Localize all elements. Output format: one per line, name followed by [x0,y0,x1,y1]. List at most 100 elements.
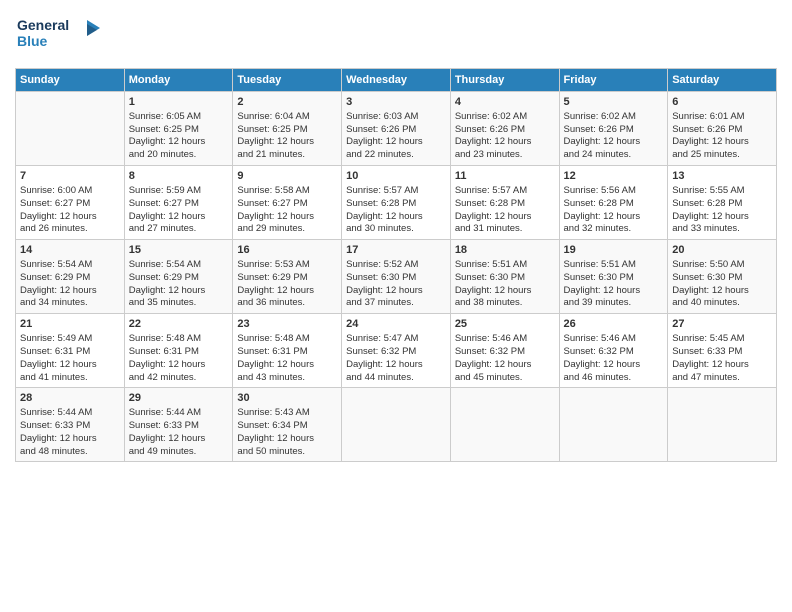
day-number: 11 [455,169,555,184]
calendar-cell: 2Sunrise: 6:04 AMSunset: 6:25 PMDaylight… [233,92,342,166]
day-number: 12 [564,169,664,184]
svg-text:General: General [17,17,69,33]
cell-line: Sunset: 6:29 PM [20,272,120,285]
cell-line: and 34 minutes. [20,297,120,310]
day-number: 3 [346,95,446,110]
cell-line: Daylight: 12 hours [237,433,337,446]
day-number: 6 [672,95,772,110]
cell-line: Sunrise: 5:59 AM [129,185,229,198]
day-number: 1 [129,95,229,110]
cell-line: Sunrise: 5:43 AM [237,407,337,420]
cell-line: Sunrise: 6:05 AM [129,111,229,124]
cell-line: Sunrise: 5:54 AM [129,259,229,272]
cell-line: Daylight: 12 hours [237,285,337,298]
column-header-saturday: Saturday [668,69,777,92]
cell-line: Sunrise: 5:47 AM [346,333,446,346]
cell-line: Daylight: 12 hours [672,211,772,224]
cell-line: Daylight: 12 hours [129,433,229,446]
calendar-cell: 7Sunrise: 6:00 AMSunset: 6:27 PMDaylight… [16,166,125,240]
calendar-cell: 5Sunrise: 6:02 AMSunset: 6:26 PMDaylight… [559,92,668,166]
calendar-page: General Blue SundayMondayTuesdayWednesda… [0,0,792,612]
cell-line: Sunrise: 5:54 AM [20,259,120,272]
calendar-cell: 14Sunrise: 5:54 AMSunset: 6:29 PMDayligh… [16,240,125,314]
cell-line: and 42 minutes. [129,372,229,385]
cell-line: Sunset: 6:33 PM [672,346,772,359]
cell-line: Sunset: 6:30 PM [455,272,555,285]
calendar-cell: 13Sunrise: 5:55 AMSunset: 6:28 PMDayligh… [668,166,777,240]
day-number: 29 [129,391,229,406]
cell-line: Sunset: 6:31 PM [237,346,337,359]
svg-text:Blue: Blue [17,33,48,49]
day-number: 14 [20,243,120,258]
cell-line: and 27 minutes. [129,223,229,236]
day-number: 4 [455,95,555,110]
day-number: 9 [237,169,337,184]
cell-line: Sunset: 6:30 PM [672,272,772,285]
week-row-4: 21Sunrise: 5:49 AMSunset: 6:31 PMDayligh… [16,314,777,388]
cell-line: Sunrise: 6:04 AM [237,111,337,124]
cell-line: and 35 minutes. [129,297,229,310]
cell-line: Sunrise: 5:55 AM [672,185,772,198]
cell-line: Daylight: 12 hours [20,285,120,298]
cell-line: Sunset: 6:27 PM [20,198,120,211]
day-number: 2 [237,95,337,110]
day-number: 25 [455,317,555,332]
cell-line: and 29 minutes. [237,223,337,236]
cell-line: Sunrise: 6:02 AM [455,111,555,124]
cell-line: Sunset: 6:33 PM [129,420,229,433]
calendar-cell: 26Sunrise: 5:46 AMSunset: 6:32 PMDayligh… [559,314,668,388]
cell-line: Sunset: 6:25 PM [129,124,229,137]
week-row-1: 1Sunrise: 6:05 AMSunset: 6:25 PMDaylight… [16,92,777,166]
cell-line: Daylight: 12 hours [237,136,337,149]
cell-line: and 49 minutes. [129,446,229,459]
day-number: 24 [346,317,446,332]
cell-line: Sunset: 6:33 PM [20,420,120,433]
cell-line: Daylight: 12 hours [129,136,229,149]
day-number: 8 [129,169,229,184]
calendar-cell: 18Sunrise: 5:51 AMSunset: 6:30 PMDayligh… [450,240,559,314]
cell-line: and 44 minutes. [346,372,446,385]
calendar-cell: 21Sunrise: 5:49 AMSunset: 6:31 PMDayligh… [16,314,125,388]
cell-line: Daylight: 12 hours [672,359,772,372]
cell-line: Sunset: 6:34 PM [237,420,337,433]
cell-line: and 31 minutes. [455,223,555,236]
day-number: 22 [129,317,229,332]
calendar-cell: 12Sunrise: 5:56 AMSunset: 6:28 PMDayligh… [559,166,668,240]
day-number: 19 [564,243,664,258]
cell-line: Sunset: 6:26 PM [455,124,555,137]
day-number: 7 [20,169,120,184]
day-number: 28 [20,391,120,406]
cell-line: Daylight: 12 hours [564,136,664,149]
cell-line: Daylight: 12 hours [129,359,229,372]
calendar-cell: 3Sunrise: 6:03 AMSunset: 6:26 PMDaylight… [342,92,451,166]
calendar-cell: 16Sunrise: 5:53 AMSunset: 6:29 PMDayligh… [233,240,342,314]
cell-line: and 39 minutes. [564,297,664,310]
cell-line: Sunrise: 5:48 AM [129,333,229,346]
cell-line: Sunset: 6:28 PM [564,198,664,211]
column-header-thursday: Thursday [450,69,559,92]
cell-line: Daylight: 12 hours [455,211,555,224]
cell-line: Sunrise: 6:02 AM [564,111,664,124]
cell-line: Sunrise: 5:46 AM [564,333,664,346]
column-header-wednesday: Wednesday [342,69,451,92]
cell-line: Sunrise: 5:44 AM [20,407,120,420]
cell-line: and 20 minutes. [129,149,229,162]
cell-line: Sunset: 6:25 PM [237,124,337,137]
calendar-cell: 29Sunrise: 5:44 AMSunset: 6:33 PMDayligh… [124,388,233,462]
cell-line: Daylight: 12 hours [346,359,446,372]
cell-line: and 21 minutes. [237,149,337,162]
cell-line: and 50 minutes. [237,446,337,459]
cell-line: Sunrise: 5:52 AM [346,259,446,272]
calendar-cell: 25Sunrise: 5:46 AMSunset: 6:32 PMDayligh… [450,314,559,388]
column-header-tuesday: Tuesday [233,69,342,92]
column-header-friday: Friday [559,69,668,92]
cell-line: Sunset: 6:30 PM [346,272,446,285]
day-number: 21 [20,317,120,332]
cell-line: Daylight: 12 hours [129,285,229,298]
calendar-cell [342,388,451,462]
cell-line: Daylight: 12 hours [672,136,772,149]
cell-line: Sunset: 6:27 PM [129,198,229,211]
cell-line: Daylight: 12 hours [455,285,555,298]
cell-line: Sunset: 6:27 PM [237,198,337,211]
calendar-cell: 10Sunrise: 5:57 AMSunset: 6:28 PMDayligh… [342,166,451,240]
